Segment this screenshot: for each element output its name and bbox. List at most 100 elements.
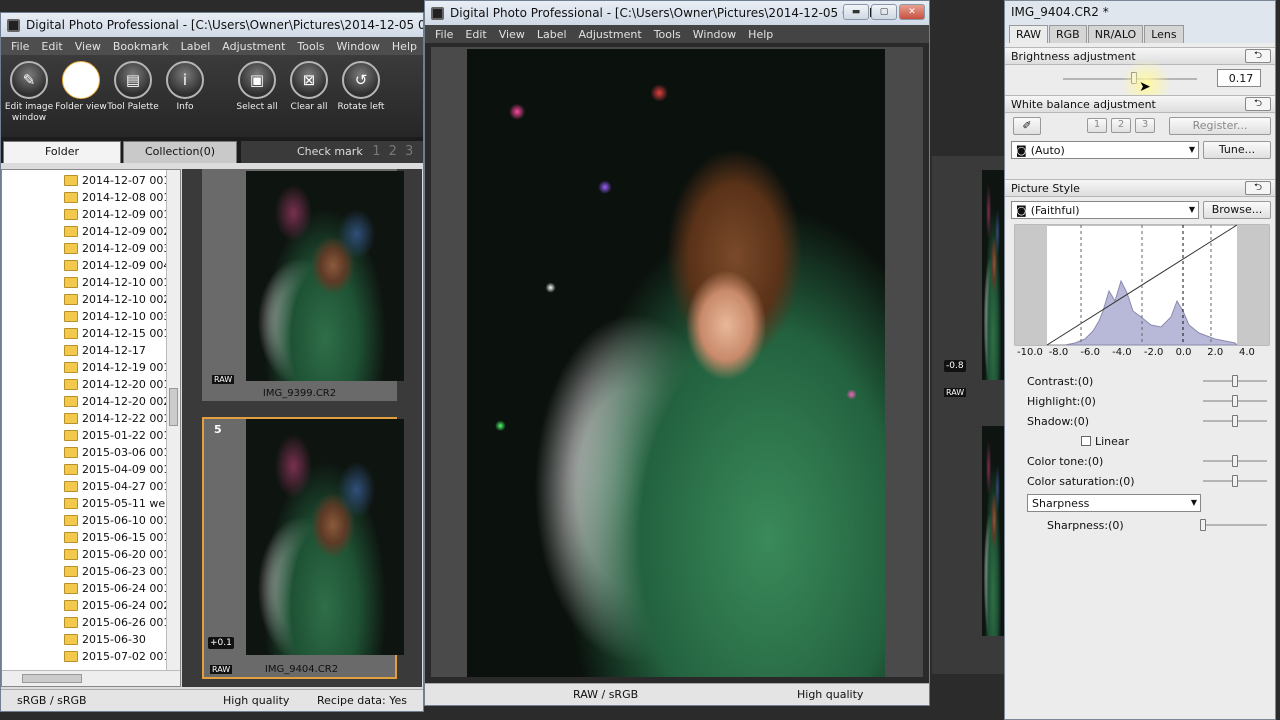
menu-item-view[interactable]: View <box>499 28 525 41</box>
tree-item[interactable]: 2014-12-19 001 <box>2 359 180 376</box>
tree-item[interactable]: 2014-12-20 001 <box>2 376 180 393</box>
thumbnail-cell-selected[interactable]: 5 +0.1 RAW IMG_9404.CR2 <box>202 417 404 679</box>
brightness-reset-button[interactable]: ⮌ <box>1245 49 1271 63</box>
tree-item[interactable]: 2014-12-09 002 <box>2 223 180 240</box>
palette-tab-lens[interactable]: Lens <box>1144 25 1184 43</box>
check-mark-numbers[interactable]: 1 2 3 <box>372 144 415 159</box>
toolbar-button-rotate-left[interactable]: ↺ Rotate left <box>335 57 387 135</box>
tree-item[interactable]: 2015-06-23 001 <box>2 563 180 580</box>
tree-item[interactable]: 2014-12-10 002 <box>2 291 180 308</box>
menu-item-adjustment[interactable]: Adjustment <box>579 28 642 41</box>
browse-button[interactable]: Browse... <box>1203 201 1271 219</box>
white-balance-select[interactable]: ◙ (Auto) ▼ <box>1011 141 1199 159</box>
tree-item[interactable]: 2015-05-11 weigl <box>2 495 180 512</box>
menu-item-bookmark[interactable]: Bookmark <box>113 40 169 53</box>
slider-knob[interactable] <box>1232 475 1238 487</box>
picture-style-select[interactable]: ◙ (Faithful) ▼ <box>1011 201 1199 219</box>
picture-style-reset-button[interactable]: ⮌ <box>1245 181 1271 195</box>
tree-item[interactable]: 2015-07-02 001 <box>2 648 180 665</box>
linear-checkbox[interactable] <box>1081 436 1091 446</box>
tree-item[interactable]: 2015-06-24 001 <box>2 580 180 597</box>
tree-item[interactable]: 2015-06-20 001 <box>2 546 180 563</box>
toolbar-button-edit-image-window[interactable]: ✎ Edit image window <box>3 57 55 135</box>
histogram-tick-label: -10.0 <box>1017 347 1043 358</box>
tune-button[interactable]: Tune... <box>1203 141 1271 159</box>
background-thumbnail <box>982 426 1004 636</box>
menu-item-label[interactable]: Label <box>537 28 567 41</box>
slider-track[interactable] <box>1203 524 1267 526</box>
slider-knob[interactable] <box>1200 519 1206 531</box>
tree-item[interactable]: 2014-12-10 003 <box>2 308 180 325</box>
menu-item-edit[interactable]: Edit <box>41 40 62 53</box>
tree-item[interactable]: 2015-06-15 001 <box>2 529 180 546</box>
wb-preset-1-button[interactable]: 1 <box>1087 118 1107 133</box>
palette-tab-rgb[interactable]: RGB <box>1049 25 1087 43</box>
menu-item-adjustment[interactable]: Adjustment <box>222 40 285 53</box>
slider-knob[interactable] <box>1232 375 1238 387</box>
tree-item[interactable]: 2015-06-10 001 <box>2 512 180 529</box>
menu-item-help[interactable]: Help <box>392 40 417 53</box>
tree-item[interactable]: 2014-12-09 001 <box>2 206 180 223</box>
tree-item[interactable]: 2014-12-07 001 <box>2 172 180 189</box>
menu-item-tools[interactable]: Tools <box>297 40 324 53</box>
tab-folder[interactable]: Folder <box>3 141 121 163</box>
slider-knob[interactable] <box>1232 395 1238 407</box>
tree-item[interactable]: 2014-12-09 003 <box>2 240 180 257</box>
tree-item[interactable]: 2015-01-22 001 <box>2 427 180 444</box>
menu-item-file[interactable]: File <box>435 28 453 41</box>
white-balance-reset-button[interactable]: ⮌ <box>1245 97 1271 111</box>
toolbar-button-select-all[interactable]: ▣ Select all <box>231 57 283 135</box>
tree-item[interactable]: 2014-12-20 002 <box>2 393 180 410</box>
thumbnail-cell[interactable]: IMG_9399.CR2 RAW <box>202 169 404 401</box>
menu-item-window[interactable]: Window <box>693 28 736 41</box>
toolbar-button-tool-palette[interactable]: ▤ Tool Palette <box>107 57 159 135</box>
edit-window: Digital Photo Professional - [C:\Users\O… <box>424 0 930 706</box>
tree-vertical-scrollbar[interactable] <box>166 170 180 672</box>
brightness-value-field[interactable]: 0.17 <box>1217 69 1261 87</box>
tree-item[interactable]: 2014-12-15 001 <box>2 325 180 342</box>
toolbar-label: Tool Palette <box>107 102 159 112</box>
menu-item-file[interactable]: File <box>11 40 29 53</box>
tree-item[interactable]: 2015-04-09 001 <box>2 461 180 478</box>
toolbar-button-clear-all[interactable]: ⊠ Clear all <box>283 57 335 135</box>
tree-item[interactable]: 2015-04-27 001 <box>2 478 180 495</box>
menu-item-help[interactable]: Help <box>748 28 773 41</box>
histogram-tick-label: 0.0 <box>1175 347 1192 358</box>
palette-tab-raw[interactable]: RAW <box>1009 25 1048 43</box>
palette-tab-nralo[interactable]: NR/ALO <box>1087 25 1144 43</box>
minimize-icon[interactable]: ▬ <box>843 4 869 20</box>
tree-item[interactable]: 2014-12-08 001 <box>2 189 180 206</box>
sharpness-mode-select[interactable]: Sharpness ▼ <box>1027 494 1201 512</box>
tree-item[interactable]: 2014-12-09 004 <box>2 257 180 274</box>
tree-item[interactable]: 2015-06-30 <box>2 631 180 648</box>
tree-horizontal-scrollbar[interactable] <box>2 670 180 686</box>
slider-knob[interactable] <box>1232 455 1238 467</box>
menu-item-window[interactable]: Window <box>337 40 380 53</box>
edit-status-quality: High quality <box>797 688 864 701</box>
tree-item[interactable]: 2014-12-17 <box>2 342 180 359</box>
wb-preset-3-button[interactable]: 3 <box>1135 118 1155 133</box>
folder-name: 2014-12-09 001 <box>82 208 171 221</box>
image-canvas[interactable] <box>431 47 923 677</box>
tree-item[interactable]: 2014-12-10 001 <box>2 274 180 291</box>
menu-item-label[interactable]: Label <box>181 40 211 53</box>
tree-hscroll-thumb[interactable] <box>22 674 82 683</box>
slider-knob[interactable] <box>1232 415 1238 427</box>
toolbar-button-folder-view[interactable]: ▦ Folder view <box>55 57 107 135</box>
tree-scroll-thumb[interactable] <box>169 388 178 426</box>
close-icon[interactable]: ✕ <box>899 4 925 20</box>
eyedropper-button[interactable]: ✐ <box>1013 117 1041 135</box>
tree-item[interactable]: 2014-12-22 001 <box>2 410 180 427</box>
tree-item[interactable]: 2015-06-24 002 <box>2 597 180 614</box>
main-window-titlebar[interactable]: Digital Photo Professional - [C:\Users\O… <box>1 13 423 37</box>
menu-item-view[interactable]: View <box>75 40 101 53</box>
tab-collection[interactable]: Collection(0) <box>123 141 237 163</box>
menu-item-tools[interactable]: Tools <box>654 28 681 41</box>
tree-item[interactable]: 2015-06-26 001 <box>2 614 180 631</box>
register-button[interactable]: Register... <box>1169 117 1271 135</box>
maximize-icon[interactable]: ▢ <box>871 4 897 20</box>
wb-preset-2-button[interactable]: 2 <box>1111 118 1131 133</box>
toolbar-button-info[interactable]: i Info <box>159 57 211 135</box>
menu-item-edit[interactable]: Edit <box>465 28 486 41</box>
tree-item[interactable]: 2015-03-06 001 <box>2 444 180 461</box>
